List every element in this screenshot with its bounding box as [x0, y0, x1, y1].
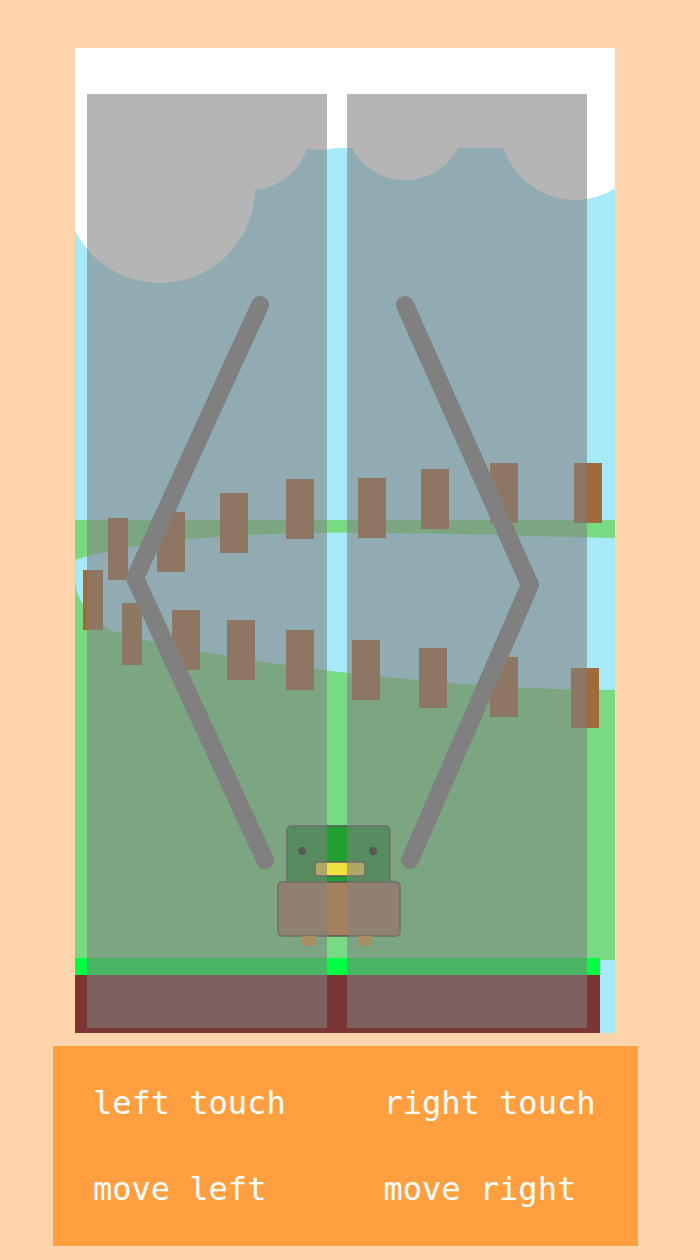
control-result: move left	[93, 1168, 356, 1210]
left-arrow-icon	[135, 305, 265, 860]
right-arrow-icon	[405, 305, 530, 860]
game-view[interactable]	[75, 48, 615, 1033]
control-result: move right	[356, 1168, 619, 1210]
controls-help: left touchright touch move leftmove right	[53, 1046, 638, 1246]
game-scene	[75, 48, 615, 1033]
control-action: left touch	[93, 1082, 356, 1124]
right-touch-zone[interactable]	[347, 94, 587, 1028]
control-action: right touch	[356, 1082, 619, 1124]
left-touch-zone[interactable]	[87, 94, 327, 1028]
